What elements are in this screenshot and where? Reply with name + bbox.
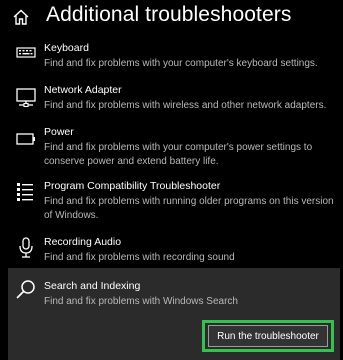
troubleshooter-item-program-compatibility[interactable]: Program Compatibility Troubleshooter Fin… <box>0 178 343 226</box>
run-troubleshooter-button[interactable]: Run the troubleshooter <box>208 325 328 347</box>
item-description: Find and fix problems with recording sou… <box>44 252 235 263</box>
troubleshooter-item-search-and-indexing[interactable]: Search and Indexing Find and fix problem… <box>0 274 343 314</box>
item-description: Find and fix problems with your computer… <box>44 58 318 69</box>
item-description: Find and fix problems with your computer… <box>44 142 313 167</box>
troubleshooter-item-power[interactable]: Power Find and fix problems with your co… <box>0 124 343 170</box>
troubleshooter-item-keyboard[interactable]: Keyboard Find and fix problems with your… <box>0 42 343 76</box>
item-title: Recording Audio <box>44 236 122 248</box>
keyboard-icon <box>14 44 38 68</box>
power-icon <box>14 128 38 152</box>
home-icon[interactable] <box>12 8 30 26</box>
item-title: Network Adapter <box>44 84 122 96</box>
item-title: Program Compatibility Troubleshooter <box>44 180 221 192</box>
item-title: Power <box>44 126 74 138</box>
item-description: Find and fix problems with wireless and … <box>44 100 327 111</box>
item-title: Search and Indexing <box>44 280 141 292</box>
page-title: Additional troubleshooters <box>46 3 292 26</box>
network-adapter-icon <box>14 86 38 110</box>
page-header: Additional troubleshooters <box>0 0 343 36</box>
program-compatibility-icon <box>14 180 38 204</box>
troubleshooter-item-recording-audio[interactable]: Recording Audio Find and fix problems wi… <box>0 234 343 268</box>
microphone-icon <box>14 236 38 260</box>
search-icon <box>14 278 38 302</box>
item-title: Keyboard <box>44 42 89 54</box>
item-description: Find and fix problems with running older… <box>44 196 334 221</box>
troubleshooter-item-network-adapter[interactable]: Network Adapter Find and fix problems wi… <box>0 82 343 116</box>
item-description: Find and fix problems with Windows Searc… <box>44 296 238 307</box>
